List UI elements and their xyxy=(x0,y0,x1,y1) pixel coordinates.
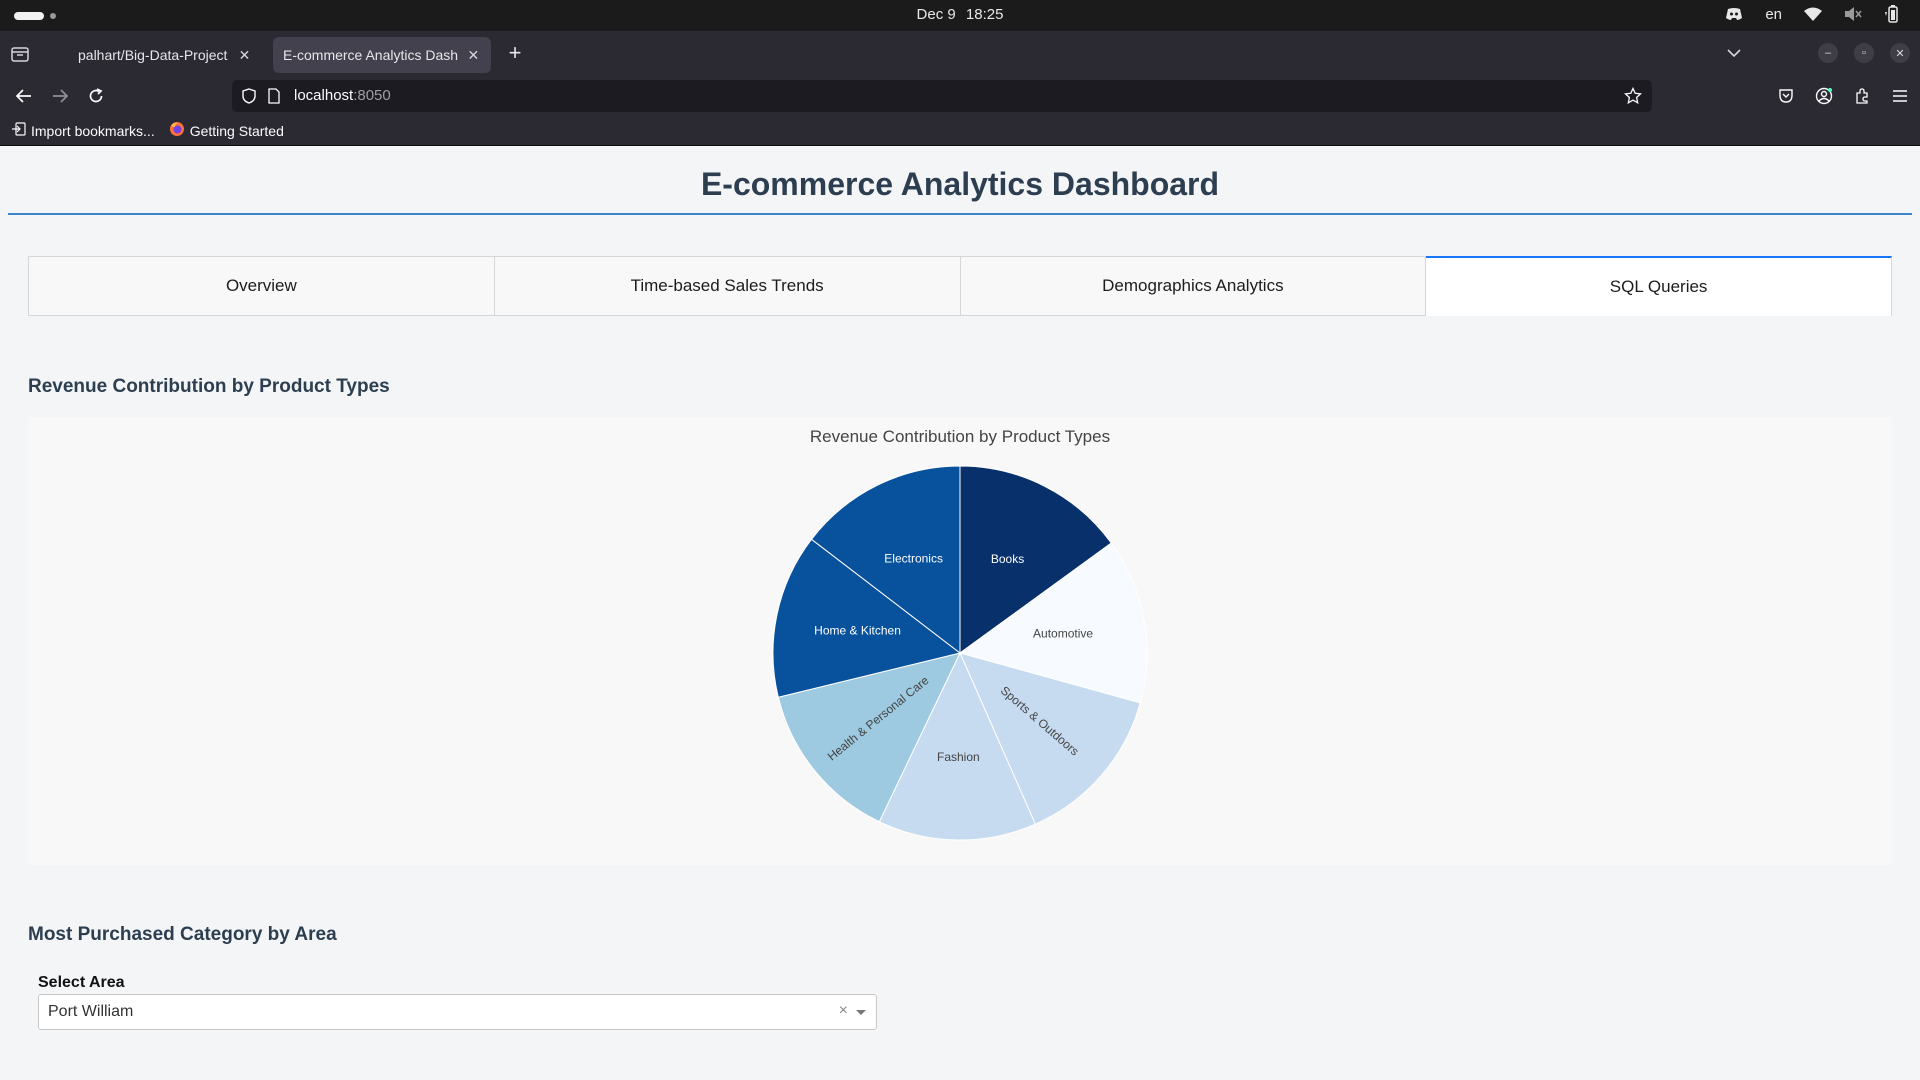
area-dropdown-value: Port William xyxy=(48,1003,134,1020)
pie-label-fashion: Fashion xyxy=(937,750,980,764)
import-icon xyxy=(12,122,26,139)
revenue-pie-chart: Revenue Contribution by Product Types Bo… xyxy=(772,427,1148,841)
page-title: E-commerce Analytics Dashboard xyxy=(700,166,1220,202)
minimize-icon[interactable]: – xyxy=(1818,43,1838,63)
pie-label-electronics: Electronics xyxy=(884,551,943,565)
address-bar[interactable]: localhost:8050 xyxy=(232,80,1652,112)
section-heading-area: Most Purchased Category by Area xyxy=(28,924,337,945)
bookmark-import[interactable]: Import bookmarks... xyxy=(12,122,155,139)
dropdown-caret-icon[interactable] xyxy=(856,1010,866,1015)
pie-label-automotive: Automotive xyxy=(1033,627,1093,641)
back-arrow-icon[interactable] xyxy=(14,86,34,106)
list-all-tabs-icon[interactable] xyxy=(1724,43,1744,63)
firefox-icon xyxy=(169,121,185,140)
dashboard-tabs: Overview Time-based Sales Trends Demogra… xyxy=(28,256,1892,316)
browser-tab-dashboard[interactable]: E-commerce Analytics Dashboard ✕ xyxy=(273,37,491,73)
tab-demographics-analytics[interactable]: Demographics Analytics xyxy=(960,256,1427,316)
pocket-icon[interactable] xyxy=(1776,86,1796,106)
clock[interactable]: Dec 9 18:25 xyxy=(0,6,1920,23)
pie-label-books: Books xyxy=(991,552,1024,566)
tab-sql-queries[interactable]: SQL Queries xyxy=(1426,256,1892,316)
close-tab-icon[interactable]: ✕ xyxy=(237,47,252,63)
select-area-label: Select Area xyxy=(38,974,125,991)
tracking-protection-shield-icon[interactable] xyxy=(242,88,256,109)
volume-muted-icon[interactable] xyxy=(1844,5,1862,23)
language-indicator[interactable]: en xyxy=(1765,6,1782,23)
url-host: localhost xyxy=(294,87,354,104)
forward-arrow-icon[interactable] xyxy=(50,86,70,106)
bookmarks-toolbar: Import bookmarks... Getting Started xyxy=(0,116,1920,146)
bookmark-label: Getting Started xyxy=(189,122,284,139)
pie-slices xyxy=(772,465,1148,841)
tab-title: palhart/Big-Data-Project xyxy=(78,47,228,63)
pie-label-home-kitchen: Home & Kitchen xyxy=(814,624,901,638)
restore-icon[interactable]: ▫ xyxy=(1854,43,1874,63)
revenue-pie-chart-card: Revenue Contribution by Product Types Bo… xyxy=(28,417,1892,865)
clock-time: 18:25 xyxy=(965,6,1004,23)
bookmark-getting-started[interactable]: Getting Started xyxy=(169,121,284,140)
title-divider xyxy=(8,213,1912,215)
new-tab-icon[interactable]: + xyxy=(505,42,525,64)
url-port: :8050 xyxy=(353,87,391,104)
firefox-view-icon[interactable] xyxy=(10,44,30,64)
battery-icon[interactable] xyxy=(1884,5,1902,23)
clear-selection-icon[interactable]: × xyxy=(839,1002,848,1020)
menu-hamburger-icon[interactable] xyxy=(1890,86,1910,106)
tab-time-based-sales-trends[interactable]: Time-based Sales Trends xyxy=(494,256,961,316)
tab-overview[interactable]: Overview xyxy=(28,256,495,316)
extensions-icon[interactable] xyxy=(1852,86,1872,106)
close-window-icon[interactable]: ✕ xyxy=(1890,43,1910,63)
close-tab-icon[interactable]: ✕ xyxy=(466,47,481,63)
browser-tab-strip: palhart/Big-Data-Project ✕ E-commerce An… xyxy=(0,31,1920,77)
browser-tab-github[interactable]: palhart/Big-Data-Project ✕ xyxy=(58,37,262,73)
url-text[interactable]: localhost:8050 xyxy=(294,87,391,104)
area-dropdown[interactable]: Port William × xyxy=(38,994,877,1030)
bookmark-label: Import bookmarks... xyxy=(31,122,155,139)
os-top-bar: Dec 9 18:25 en xyxy=(0,0,1920,31)
reload-icon[interactable] xyxy=(86,86,106,106)
tab-title: E-commerce Analytics Dashboard xyxy=(283,47,458,63)
section-heading-revenue: Revenue Contribution by Product Types xyxy=(28,376,390,397)
clock-date: Dec 9 xyxy=(916,6,956,23)
dashboard-page: E-commerce Analytics Dashboard Overview … xyxy=(0,147,1920,1080)
discord-icon[interactable] xyxy=(1725,5,1743,23)
chart-title: Revenue Contribution by Product Types xyxy=(810,427,1110,446)
account-icon[interactable] xyxy=(1814,86,1834,106)
navigation-toolbar: localhost:8050 xyxy=(0,77,1920,116)
page-info-icon[interactable] xyxy=(268,88,280,109)
wifi-icon[interactable] xyxy=(1804,5,1822,23)
bookmark-star-icon[interactable] xyxy=(1624,86,1642,110)
